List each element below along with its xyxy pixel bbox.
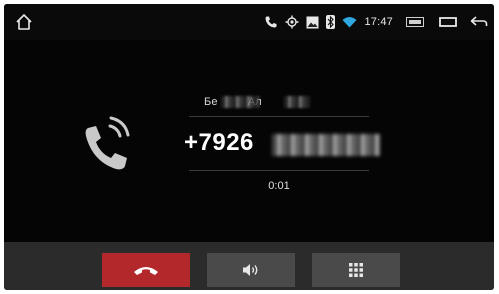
call-info-area: БеАл +7926 0:01	[4, 40, 494, 242]
phone-call-icon	[264, 15, 278, 29]
caller-name-start: Бе	[204, 96, 218, 108]
call-duration: 0:01	[268, 180, 290, 192]
status-time: 17:47	[364, 16, 393, 28]
call-screen: 17:47 Бе +7926 0:01	[4, 4, 494, 290]
status-icons: 17:47	[264, 13, 488, 31]
hang-up-icon	[134, 267, 158, 275]
back-icon[interactable]	[470, 16, 488, 28]
phone-number-redaction	[272, 134, 380, 156]
keypad-icon	[349, 263, 363, 277]
call-control-bar	[4, 242, 494, 290]
bluetooth-icon	[326, 15, 336, 29]
divider	[189, 116, 369, 117]
speaker-button[interactable]	[207, 253, 295, 287]
caller-name-redaction	[221, 96, 259, 108]
speaker-icon	[243, 264, 258, 276]
wifi-icon	[342, 16, 357, 28]
recent-apps-icon[interactable]	[439, 16, 457, 28]
caller-name-redaction-2	[284, 96, 310, 108]
divider	[189, 170, 369, 171]
phone-number: +7926	[184, 129, 254, 156]
home-icon[interactable]	[14, 12, 34, 32]
window-icon[interactable]	[406, 17, 424, 27]
hang-up-button[interactable]	[102, 253, 190, 287]
image-icon	[306, 16, 319, 29]
phone-ringing-icon	[78, 114, 138, 174]
keypad-button[interactable]	[312, 253, 400, 287]
gps-icon	[285, 15, 299, 29]
status-bar: 17:47	[4, 4, 494, 40]
